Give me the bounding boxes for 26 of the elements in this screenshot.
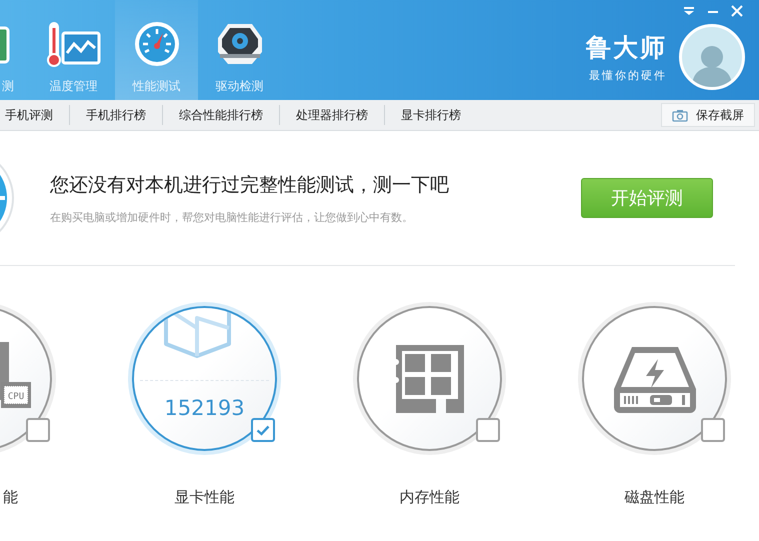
close-icon[interactable] — [731, 5, 743, 17]
benchmark-label: 显卡性能 — [174, 488, 234, 507]
score-value: 152193 — [163, 396, 246, 420]
ranking-link[interactable]: 手机评测 — [0, 100, 69, 130]
checkbox[interactable] — [26, 418, 50, 442]
banner-heading: 您还没有对本机进行过完整性能测试，测一下吧 — [50, 172, 450, 198]
checkbox[interactable] — [476, 418, 500, 442]
dropdown-icon[interactable] — [683, 6, 695, 16]
brand-name: 鲁大师 — [586, 32, 667, 64]
banner-subtitle: 在购买电脑或增加硬件时，帮您对电脑性能进行评估，让您做到心中有数。 — [50, 210, 414, 224]
ranking-link[interactable]: 显卡排行榜 — [385, 100, 477, 130]
benchmark-label: 磁盘性能 — [624, 488, 684, 507]
checkbox[interactable] — [250, 418, 274, 442]
benchmark-label: 内存性能 — [400, 488, 460, 507]
brand-slogan: 最懂你的硬件 — [589, 68, 667, 83]
camera-icon — [672, 108, 688, 122]
chip-label: CPU — [8, 392, 24, 402]
checkmark-icon — [256, 424, 270, 436]
benchmark-label: 能 — [3, 488, 18, 507]
ranking-link[interactable]: 处理器排行榜 — [280, 100, 384, 130]
save-screenshot-button[interactable]: 保存截屏 — [661, 103, 755, 127]
thermometer-chart-icon — [46, 20, 102, 68]
ranking-link[interactable]: 综合性能排行榜 — [163, 100, 279, 130]
speedometer-icon — [132, 20, 180, 68]
ranking-link[interactable]: 手机排行榜 — [70, 100, 162, 130]
checkbox[interactable] — [700, 418, 724, 442]
